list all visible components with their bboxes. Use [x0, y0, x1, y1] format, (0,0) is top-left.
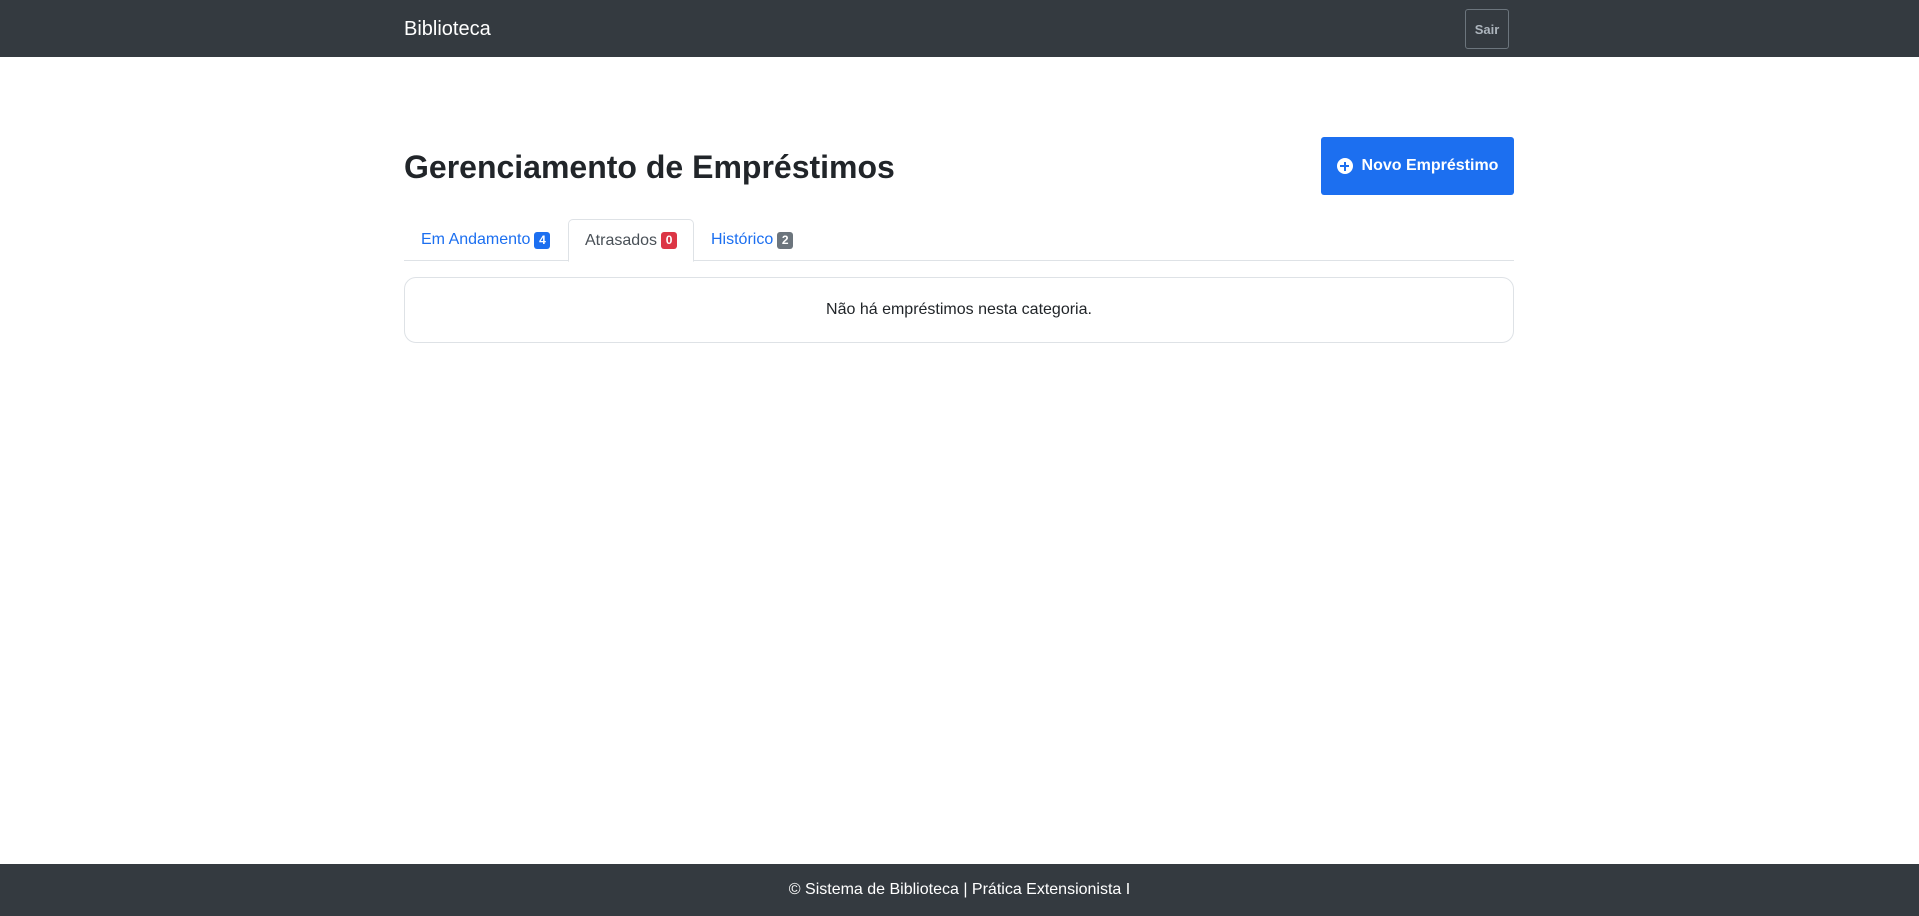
new-loan-button-label: Novo Empréstimo — [1361, 157, 1499, 174]
plus-circle-icon — [1336, 158, 1353, 174]
tab-label: Em Andamento — [421, 231, 531, 248]
tab-historico[interactable]: Histórico 2 — [694, 219, 810, 261]
page-title: Gerenciamento de Empréstimos — [404, 149, 895, 185]
tab-atrasados[interactable]: Atrasados 0 — [568, 219, 695, 262]
footer-text: © Sistema de Biblioteca | Prática Extens… — [788, 881, 1131, 898]
loan-tabs: Em Andamento 4 Atrasados 0 Histórico 2 — [404, 219, 1514, 262]
count-badge: 0 — [661, 232, 678, 249]
empty-state-message: Não há empréstimos nesta categoria. — [826, 301, 1092, 318]
navbar-container: Biblioteca Sair — [404, 0, 1514, 57]
top-navbar: Biblioteca Sair — [0, 0, 1919, 57]
tab-label: Histórico — [711, 231, 774, 248]
tab-em-andamento[interactable]: Em Andamento 4 — [404, 219, 567, 261]
empty-state-card: Não há empréstimos nesta categoria. — [404, 277, 1514, 343]
count-badge: 4 — [534, 231, 551, 249]
tab-label: Atrasados — [585, 231, 658, 249]
navbar-brand[interactable]: Biblioteca — [404, 16, 491, 42]
new-loan-button[interactable]: Novo Empréstimo — [1321, 137, 1514, 195]
count-badge: 2 — [777, 231, 794, 249]
logout-button[interactable]: Sair — [1465, 9, 1509, 49]
page-footer: © Sistema de Biblioteca | Prática Extens… — [0, 864, 1919, 916]
